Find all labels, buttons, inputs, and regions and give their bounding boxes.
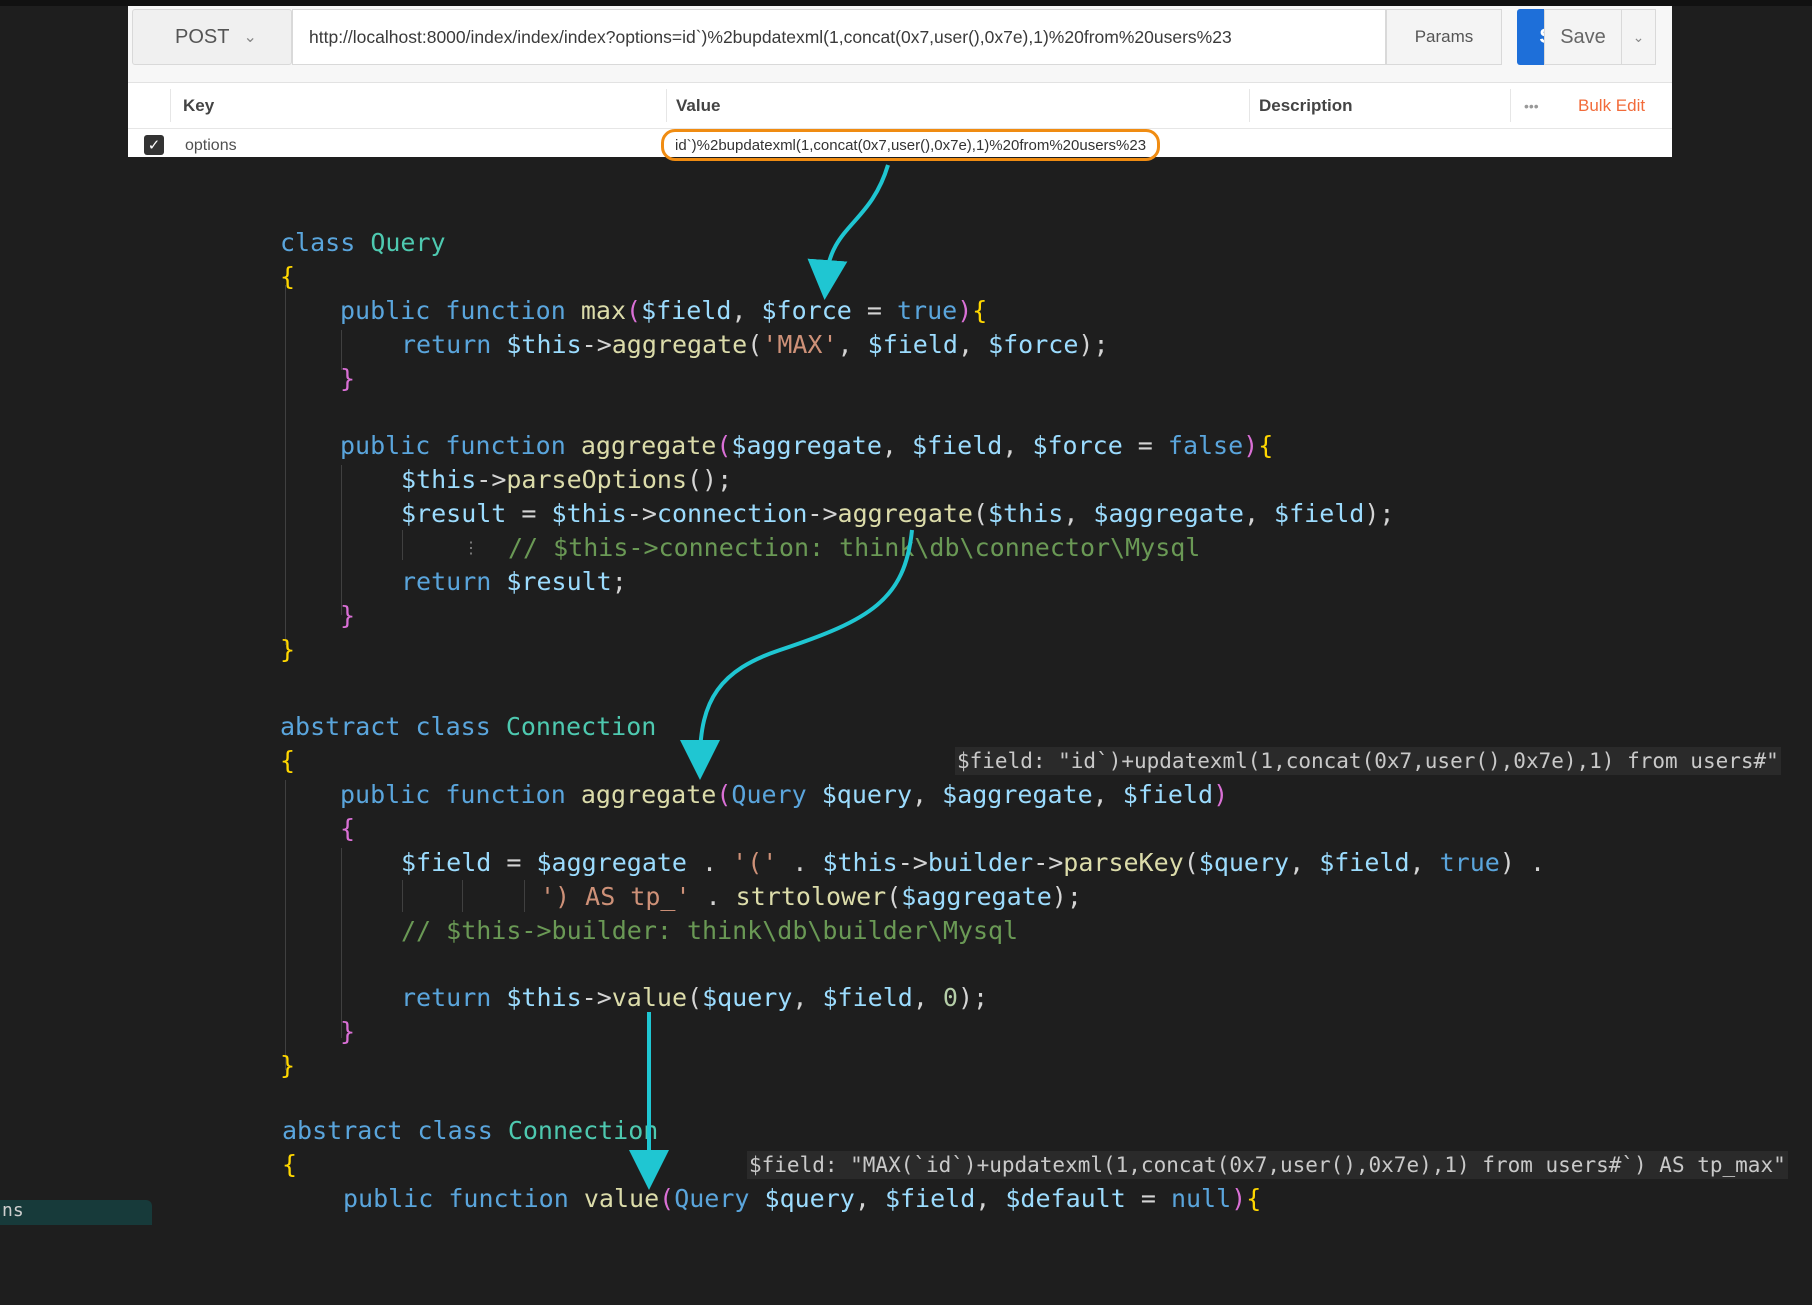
flow-arrows (629, 164, 914, 1190)
flow-arrow-1 (807, 164, 890, 300)
flow-arrow-2 (680, 529, 914, 780)
footer-badge: ns (0, 1200, 152, 1225)
